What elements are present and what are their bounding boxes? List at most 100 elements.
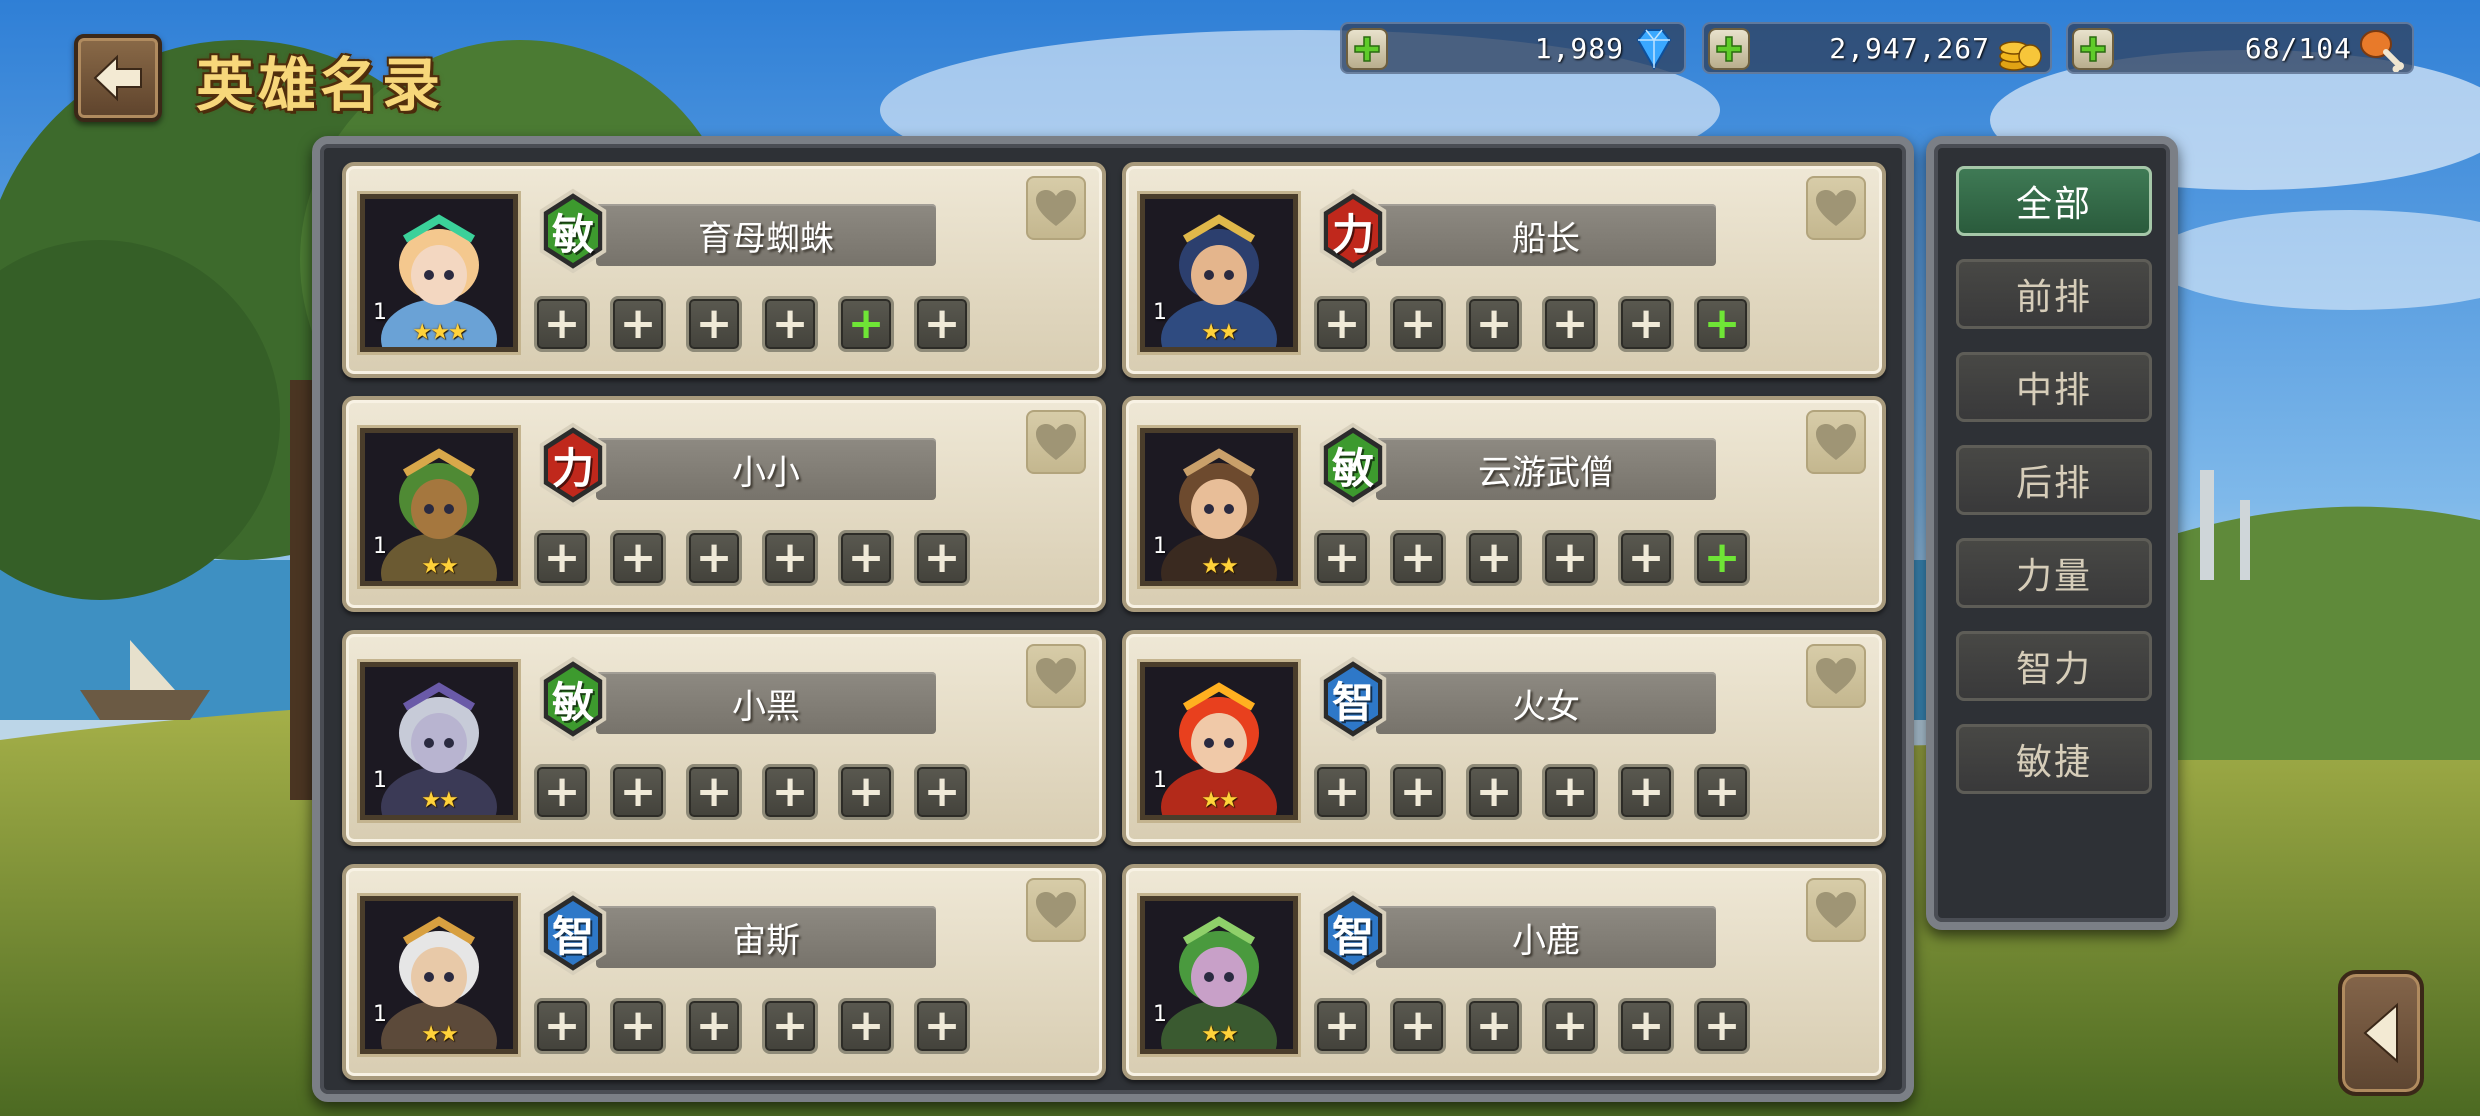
hero-portrait[interactable]: 1 ★★ xyxy=(1140,662,1298,820)
equipment-slot-plus[interactable]: + xyxy=(1466,296,1522,352)
favorite-button[interactable] xyxy=(1026,644,1086,708)
hero-portrait[interactable]: 1 ★★ xyxy=(360,896,518,1054)
equipment-slot-plus[interactable]: + xyxy=(1618,764,1674,820)
filter-button[interactable]: 前排 xyxy=(1956,259,2152,329)
equipment-slot-plus[interactable]: + xyxy=(1542,998,1598,1054)
equipment-slot-plus[interactable]: + xyxy=(914,296,970,352)
hero-card[interactable]: 1 ★★ 云游武僧 敏 + + + + + + xyxy=(1122,396,1886,612)
hero-card[interactable]: 1 ★★ 火女 智 + + + + + + xyxy=(1122,630,1886,846)
equipment-slot-plus[interactable]: + xyxy=(1314,530,1370,586)
equipment-slot-plus[interactable]: + xyxy=(762,764,818,820)
equipment-slot-plus[interactable]: + xyxy=(686,998,742,1054)
hero-name: 宙斯 xyxy=(732,920,800,961)
equipment-slot-plus[interactable]: + xyxy=(534,530,590,586)
hero-name-bar: 育母蜘蛛 xyxy=(596,204,936,266)
filter-label: 全部 xyxy=(2015,184,2092,225)
equipment-slot-plus[interactable]: + xyxy=(1466,764,1522,820)
hero-card[interactable]: 1 ★★ 船长 力 + + + + + + xyxy=(1122,162,1886,378)
diamond-icon xyxy=(1636,29,1672,71)
equipment-slot-plus[interactable]: + xyxy=(1542,764,1598,820)
favorite-button[interactable] xyxy=(1026,878,1086,942)
left-triangle-icon xyxy=(2363,1002,2398,1064)
attribute-label: 敏 xyxy=(1331,443,1374,493)
equipment-slot-plus[interactable]: + xyxy=(534,764,590,820)
filter-button[interactable]: 敏捷 xyxy=(1956,724,2152,794)
hero-card[interactable]: 1 ★★ 小鹿 智 + + + + + + xyxy=(1122,864,1886,1080)
hero-portrait[interactable]: 1 ★★ xyxy=(360,428,518,586)
equipment-slot-plus[interactable]: + xyxy=(838,764,894,820)
hero-name-bar: 云游武僧 xyxy=(1376,438,1716,500)
page-title: 英雄名录 xyxy=(196,51,445,119)
equipment-slot-plus[interactable]: + xyxy=(762,296,818,352)
equipment-slot-plus[interactable]: + xyxy=(1542,530,1598,586)
filter-button[interactable]: 力量 xyxy=(1956,538,2152,608)
equipment-slot-plus[interactable]: + xyxy=(1466,998,1522,1054)
back-button[interactable] xyxy=(74,34,162,122)
hero-card[interactable]: 1 ★★ 小小 力 + + + + + + xyxy=(342,396,1106,612)
equipment-slot-plus[interactable]: + xyxy=(914,998,970,1054)
equipment-slot-plus[interactable]: + xyxy=(1314,764,1370,820)
add-stamina-button[interactable] xyxy=(2072,28,2114,70)
favorite-button[interactable] xyxy=(1806,410,1866,474)
equipment-slot-plus[interactable]: + xyxy=(686,764,742,820)
equipment-slot-plus[interactable]: + xyxy=(1694,764,1750,820)
equipment-slots: + + + + + + xyxy=(1314,998,1750,1054)
equipment-slots: + + + + + + xyxy=(534,764,970,820)
equipment-slot-plus[interactable]: + xyxy=(1390,530,1446,586)
heart-icon xyxy=(1036,658,1076,694)
equipment-slot-plus[interactable]: + xyxy=(1618,296,1674,352)
equipment-slot-plus[interactable]: + xyxy=(1618,998,1674,1054)
filter-button[interactable]: 全部 xyxy=(1956,166,2152,236)
hero-card[interactable]: 1 ★★★ 育母蜘蛛 敏 + + + + + + xyxy=(342,162,1106,378)
equipment-slot-plus[interactable]: + xyxy=(610,296,666,352)
equipment-slot-plus[interactable]: + xyxy=(838,530,894,586)
equipment-slot-plus[interactable]: + xyxy=(534,296,590,352)
equipment-slot-plus[interactable]: + xyxy=(914,530,970,586)
add-diamond-button[interactable] xyxy=(1346,28,1388,70)
favorite-button[interactable] xyxy=(1026,410,1086,474)
equipment-slot-plus[interactable]: + xyxy=(1390,296,1446,352)
favorite-button[interactable] xyxy=(1806,176,1866,240)
equipment-slot-plus[interactable]: + xyxy=(1694,530,1750,586)
equipment-slot-plus[interactable]: + xyxy=(686,530,742,586)
collapse-panel-button[interactable] xyxy=(2338,970,2424,1096)
equipment-slot-plus[interactable]: + xyxy=(610,530,666,586)
hero-portrait[interactable]: 1 ★★★ xyxy=(360,194,518,352)
equipment-slot-plus[interactable]: + xyxy=(1314,296,1370,352)
equipment-slot-plus[interactable]: + xyxy=(762,530,818,586)
filter-label: 后排 xyxy=(2015,463,2092,504)
equipment-slot-plus[interactable]: + xyxy=(914,764,970,820)
hero-portrait[interactable]: 1 ★★ xyxy=(360,662,518,820)
equipment-slot-plus[interactable]: + xyxy=(610,764,666,820)
hero-name: 云游武僧 xyxy=(1478,452,1614,493)
gold-coins-icon xyxy=(1999,41,2042,71)
equipment-slot-plus[interactable]: + xyxy=(534,998,590,1054)
back-arrow-icon xyxy=(93,54,142,102)
equipment-slot-plus[interactable]: + xyxy=(838,998,894,1054)
add-gold-button[interactable] xyxy=(1708,28,1750,70)
equipment-slot-plus[interactable]: + xyxy=(1390,764,1446,820)
favorite-button[interactable] xyxy=(1806,644,1866,708)
equipment-slot-plus[interactable]: + xyxy=(686,296,742,352)
equipment-slot-plus[interactable]: + xyxy=(1694,296,1750,352)
equipment-slot-plus[interactable]: + xyxy=(838,296,894,352)
favorite-button[interactable] xyxy=(1806,878,1866,942)
equipment-slot-plus[interactable]: + xyxy=(1542,296,1598,352)
equipment-slot-plus[interactable]: + xyxy=(1466,530,1522,586)
equipment-slot-plus[interactable]: + xyxy=(610,998,666,1054)
hero-card[interactable]: 1 ★★ 小黑 敏 + + + + + + xyxy=(342,630,1106,846)
filter-button[interactable]: 后排 xyxy=(1956,445,2152,515)
favorite-button[interactable] xyxy=(1026,176,1086,240)
equipment-slot-plus[interactable]: + xyxy=(1390,998,1446,1054)
hero-portrait[interactable]: 1 ★★ xyxy=(1140,428,1298,586)
filter-button[interactable]: 中排 xyxy=(1956,352,2152,422)
filter-button[interactable]: 智力 xyxy=(1956,631,2152,701)
equipment-slot-plus[interactable]: + xyxy=(1618,530,1674,586)
hero-portrait[interactable]: 1 ★★ xyxy=(1140,194,1298,352)
hero-card[interactable]: 1 ★★ 宙斯 智 + + + + + + xyxy=(342,864,1106,1080)
hero-portrait[interactable]: 1 ★★ xyxy=(1140,896,1298,1054)
hero-name-bar: 船长 xyxy=(1376,204,1716,266)
equipment-slot-plus[interactable]: + xyxy=(1694,998,1750,1054)
equipment-slot-plus[interactable]: + xyxy=(1314,998,1370,1054)
equipment-slot-plus[interactable]: + xyxy=(762,998,818,1054)
